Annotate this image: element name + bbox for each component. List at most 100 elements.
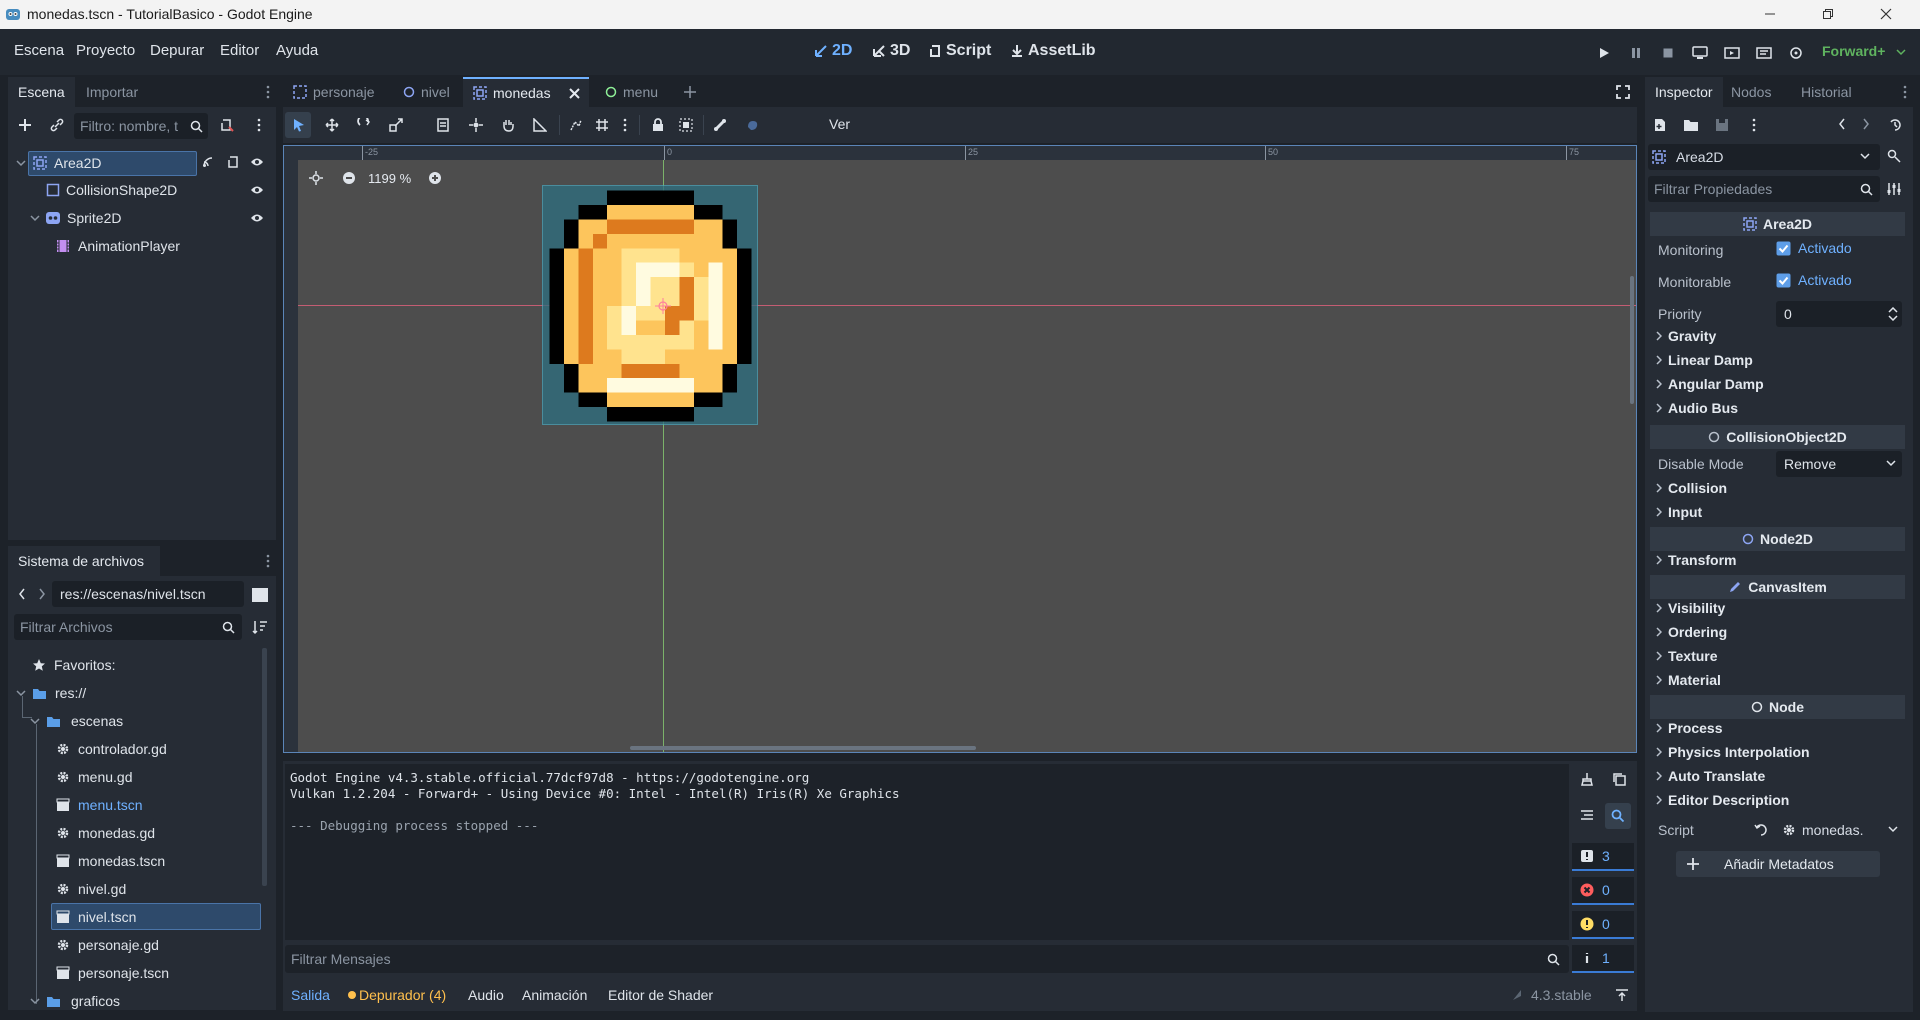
chevron-down-icon[interactable] (16, 688, 26, 698)
warnings-counter[interactable]: 0 (1572, 911, 1634, 939)
tab-importar[interactable]: Importar (76, 77, 148, 107)
run-current-scene-icon[interactable] (1722, 43, 1742, 63)
scene-filter-input[interactable]: Filtro: nombre, t (74, 113, 208, 139)
pivot-icon[interactable] (469, 118, 483, 132)
tab-nodos[interactable]: Nodos (1721, 77, 1781, 107)
inspector-group-process[interactable]: Process (1656, 720, 1722, 736)
file-personaje-tscn[interactable]: personaje.tscn (56, 959, 169, 987)
tree-node-sprite2d[interactable]: Sprite2D (30, 204, 121, 232)
menu-depurar[interactable]: Depurar (150, 42, 204, 59)
object-history-icon[interactable] (1888, 118, 1902, 132)
new-resource-icon[interactable] (1653, 118, 1667, 132)
node-docs-icon[interactable] (1886, 148, 1902, 164)
inspector-group-angular-damp[interactable]: Angular Damp (1656, 376, 1764, 392)
smart-snap-icon[interactable] (569, 118, 583, 132)
visibility-eye-icon[interactable] (250, 213, 264, 223)
tab-escena[interactable]: Escena (8, 77, 75, 107)
collapse-icon[interactable] (1580, 808, 1594, 822)
lock-icon[interactable] (651, 118, 665, 132)
script-resource-picker[interactable]: monedas. (1782, 818, 1902, 842)
bone-icon[interactable] (713, 118, 727, 132)
snap-options-icon[interactable] (623, 118, 627, 132)
chevron-down-icon[interactable] (30, 716, 40, 726)
link-icon[interactable] (46, 114, 68, 136)
history-forward-icon[interactable] (1862, 118, 1870, 130)
stop-icon[interactable] (1658, 43, 1678, 63)
menu-escena[interactable]: Escena (14, 42, 64, 59)
play-icon[interactable] (1594, 43, 1614, 63)
inspector-group-material[interactable]: Material (1656, 672, 1721, 688)
menu-editor[interactable]: Editor (220, 42, 259, 59)
file-nivel-gd[interactable]: nivel.gd (56, 875, 126, 903)
rotate-icon[interactable] (357, 118, 371, 132)
script-attach-icon[interactable] (216, 114, 238, 136)
scale-icon[interactable] (389, 118, 403, 132)
filesystem-scrollbar[interactable] (262, 648, 267, 886)
file-menu-gd[interactable]: menu.gd (56, 763, 132, 791)
inspector-group-audio-bus[interactable]: Audio Bus (1656, 400, 1738, 416)
workspace-2d-button[interactable]: 2D (814, 42, 852, 60)
filter-properties-input[interactable]: Filtrar Propiedades (1648, 176, 1880, 202)
view-menu-button[interactable]: Ver (829, 116, 850, 132)
filter-messages-input[interactable]: Filtrar Mensajes (285, 945, 1569, 973)
bottom-tab-shader-editor[interactable]: Editor de Shader (608, 987, 713, 1003)
chevron-down-icon[interactable] (30, 213, 40, 223)
scene-options-icon[interactable] (257, 118, 261, 132)
filter-files-input[interactable]: Filtrar Archivos (14, 614, 242, 640)
particles-icon[interactable] (745, 118, 759, 132)
pause-icon[interactable] (1626, 43, 1646, 63)
revert-icon[interactable] (1754, 823, 1768, 837)
pan-hand-icon[interactable] (501, 118, 515, 132)
inspector-group-ordering[interactable]: Ordering (1656, 624, 1727, 640)
save-icon[interactable] (1715, 118, 1729, 132)
file-monedas-gd[interactable]: monedas.gd (56, 819, 155, 847)
bottom-tab-animacion[interactable]: Animación (522, 987, 587, 1003)
restore-icon[interactable] (1818, 4, 1838, 24)
add-scene-tab-icon[interactable] (683, 85, 697, 99)
history-back-icon[interactable] (1838, 118, 1846, 130)
monitorable-checkbox[interactable]: Activado (1776, 272, 1852, 288)
close-window-icon[interactable] (1876, 4, 1896, 24)
folder-escenas[interactable]: escenas (30, 707, 123, 735)
tab-inspector[interactable]: Inspector (1645, 77, 1723, 107)
workspace-assetlib-button[interactable]: AssetLib (1010, 42, 1096, 60)
script-icon[interactable] (227, 156, 239, 168)
inspector-group-input[interactable]: Input (1656, 504, 1702, 520)
dock-menu-icon[interactable] (266, 85, 270, 99)
path-field[interactable]: res://escenas/nivel.tscn (52, 581, 244, 607)
distraction-free-icon[interactable] (1616, 85, 1630, 99)
grid-snap-icon[interactable] (595, 118, 609, 132)
file-monedas-tscn[interactable]: monedas.tscn (56, 847, 165, 875)
center-view-icon[interactable] (309, 171, 323, 185)
inspector-options-icon[interactable] (1752, 118, 1756, 132)
signal-icon[interactable] (202, 156, 214, 168)
inspector-group-editor-description[interactable]: Editor Description (1656, 792, 1789, 808)
zoom-level[interactable]: 1199 % (368, 171, 411, 186)
renderer-selector[interactable]: Forward+ (1822, 43, 1885, 59)
close-tab-icon[interactable] (568, 87, 580, 99)
visibility-eye-icon[interactable] (250, 157, 264, 167)
workspace-3d-button[interactable]: 3D (872, 42, 910, 60)
object-selector[interactable]: Area2D (1648, 144, 1880, 170)
copy-icon[interactable] (1612, 772, 1626, 786)
bottom-tab-depurador[interactable]: Depurador (4) (359, 987, 446, 1003)
canvas-viewport[interactable]: -25 0 25 50 75 1199 % (283, 145, 1637, 753)
section-node[interactable]: Node (1650, 695, 1905, 719)
errors-counter[interactable]: 0 (1572, 877, 1634, 905)
coin-sprite[interactable] (535, 190, 766, 422)
dock-menu-icon[interactable] (1903, 85, 1907, 99)
inspector-group-linear-damp[interactable]: Linear Damp (1656, 352, 1753, 368)
inspector-group-physics-interpolation[interactable]: Physics Interpolation (1656, 744, 1810, 760)
tab-sistema-archivos[interactable]: Sistema de archivos (8, 546, 160, 576)
inspector-group-texture[interactable]: Texture (1656, 648, 1718, 664)
workspace-script-button[interactable]: Script (928, 42, 991, 60)
file-personaje-gd[interactable]: personaje.gd (56, 931, 159, 959)
priority-spinbox[interactable]: 0 (1776, 301, 1902, 327)
expand-panel-icon[interactable] (1615, 988, 1629, 1002)
inspector-group-visibility[interactable]: Visibility (1656, 600, 1725, 616)
zoom-in-icon[interactable] (428, 171, 442, 185)
filter-settings-icon[interactable] (1886, 181, 1902, 197)
menu-ayuda[interactable]: Ayuda (276, 42, 318, 59)
inspector-group-transform[interactable]: Transform (1656, 552, 1736, 568)
tree-node-animationplayer[interactable]: AnimationPlayer (56, 232, 180, 260)
